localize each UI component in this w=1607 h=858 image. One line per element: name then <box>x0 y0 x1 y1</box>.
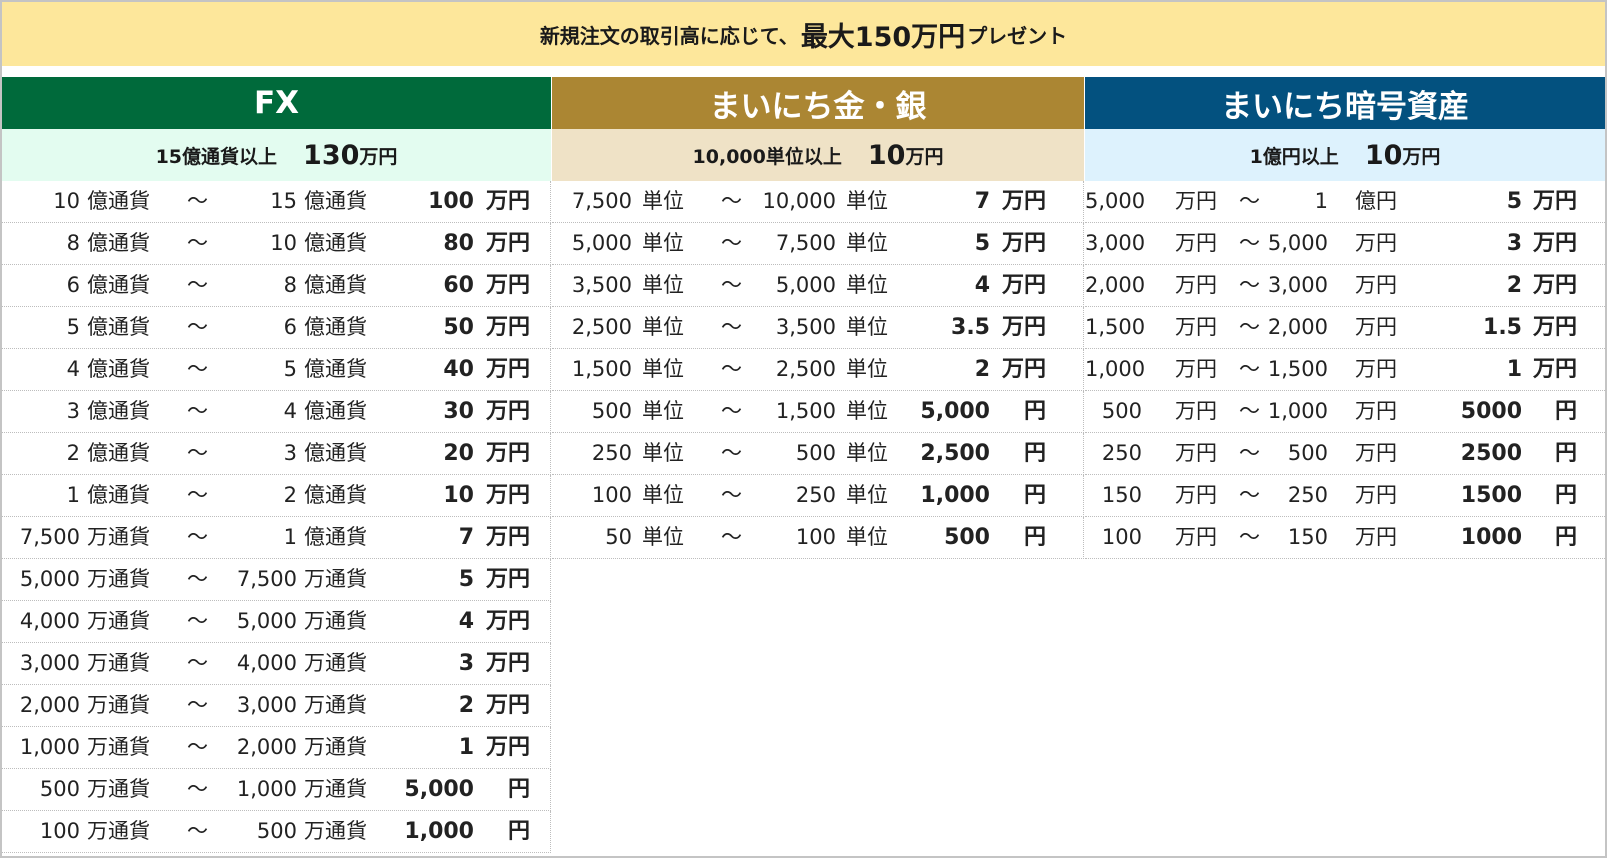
tier-reward-unit: 円 <box>1023 399 1046 424</box>
tier-row: 4 億通貨～ 5 億通貨 40 万円 <box>2 349 551 391</box>
tier-row: 5 億通貨～ 6 億通貨 50 万円 <box>2 307 551 349</box>
tier-reward-unit: 万円 <box>485 525 530 550</box>
campaign-banner: 新規注文の取引高に応じて、 最大150万円 プレゼント <box>2 2 1605 66</box>
fx-header: FX <box>2 77 551 129</box>
fx-column: FX 15億通貨以上 130 万円 10 億通貨～ 15 億通貨 100 万円 8 億通貨～ 1… <box>2 77 551 853</box>
crypto-top-tier-amount: 10 <box>1364 139 1403 171</box>
tier-reward-unit: 万円 <box>1532 273 1577 298</box>
crypto-top-tier-label: 1億円以上 <box>1249 145 1339 168</box>
tier-reward-unit: 円 <box>507 819 530 844</box>
tier-reward-unit: 万円 <box>1532 189 1577 214</box>
tier-row: 2 億通貨～ 3 億通貨 20 万円 <box>2 433 551 475</box>
tier-reward-unit: 万円 <box>1532 315 1577 340</box>
tier-row: 3,500 単位～ 5,000 単位 4 万円 <box>552 265 1084 307</box>
tier-row: 500 万円～ 1,000 万円 5000 円 <box>1085 391 1605 433</box>
crypto-top-tier: 1億円以上 10 万円 <box>1085 129 1605 181</box>
tier-row: 250 万円～ 500 万円 2500 円 <box>1085 433 1605 475</box>
crypto-column: まいにち暗号資産 1億円以上 10 万円 5,000 万円～ 1 億円 5 万円 3,000… <box>1085 77 1605 559</box>
tier-row: 100 単位～ 250 単位 1,000 円 <box>552 475 1084 517</box>
fx-tier-list: 10 億通貨～ 15 億通貨 100 万円 8 億通貨～ 10 億通貨 80 万円 6 億通貨～ 8 億通貨 6… <box>2 181 551 853</box>
metal-tier-list: 7,500 単位～ 10,000 単位 7 万円 5,000 単位～ 7,500 単位 5 万円 3,5… <box>552 181 1084 559</box>
tier-reward-unit: 万円 <box>485 483 530 508</box>
fx-top-tier-amount: 130 <box>303 139 360 171</box>
tier-row: 1,000 万通貨～ 2,000 万通貨 1 万円 <box>2 727 551 769</box>
tier-row: 1,500 万円～ 2,000 万円 1.5 万円 <box>1085 307 1605 349</box>
tier-row: 50 単位～ 100 単位 500 円 <box>552 517 1084 559</box>
tier-reward-unit: 万円 <box>1001 189 1046 214</box>
fx-top-tier: 15億通貨以上 130 万円 <box>2 129 551 181</box>
tier-row: 2,000 万通貨～ 3,000 万通貨 2 万円 <box>2 685 551 727</box>
tier-row: 2,500 単位～ 3,500 単位 3.5 万円 <box>552 307 1084 349</box>
tier-row: 2,000 万円～ 3,000 万円 2 万円 <box>1085 265 1605 307</box>
tier-reward-unit: 万円 <box>485 315 530 340</box>
tier-reward-unit: 万円 <box>485 651 530 676</box>
tier-reward-unit: 万円 <box>485 441 530 466</box>
tier-row: 1 億通貨～ 2 億通貨 10 万円 <box>2 475 551 517</box>
tier-reward-unit: 万円 <box>1532 231 1577 256</box>
tier-row: 250 単位～ 500 単位 2,500 円 <box>552 433 1084 475</box>
tier-reward-unit: 万円 <box>1001 273 1046 298</box>
fx-top-tier-label: 15億通貨以上 <box>155 145 278 168</box>
tier-row: 100 万円～ 150 万円 1000 円 <box>1085 517 1605 559</box>
tier-reward-unit: 円 <box>507 777 530 802</box>
crypto-top-tier-unit: 万円 <box>1402 145 1441 168</box>
tier-row: 3,000 万円～ 5,000 万円 3 万円 <box>1085 223 1605 265</box>
tier-reward-unit: 万円 <box>485 609 530 634</box>
tier-reward-unit: 万円 <box>485 231 530 256</box>
tier-row: 5,000 単位～ 7,500 単位 5 万円 <box>552 223 1084 265</box>
crypto-tier-list: 5,000 万円～ 1 億円 5 万円 3,000 万円～ 5,000 万円 3 万円 2,000 万円～… <box>1085 181 1605 559</box>
tier-reward-unit: 万円 <box>485 357 530 382</box>
tier-reward-unit: 万円 <box>485 273 530 298</box>
metal-column: まいにち金・銀 10,000単位以上 10 万円 7,500 単位～ 10,000 単… <box>552 77 1084 559</box>
tier-reward-unit: 円 <box>1554 525 1577 550</box>
tier-reward-unit: 円 <box>1023 441 1046 466</box>
metal-top-tier-label: 10,000単位以上 <box>692 145 842 168</box>
tier-row: 5,000 万通貨～ 7,500 万通貨 5 万円 <box>2 559 551 601</box>
tier-row: 3,000 万通貨～ 4,000 万通貨 3 万円 <box>2 643 551 685</box>
tier-row: 6 億通貨～ 8 億通貨 60 万円 <box>2 265 551 307</box>
tier-reward-unit: 万円 <box>485 189 530 214</box>
tier-row: 5,000 万円～ 1 億円 5 万円 <box>1085 181 1605 223</box>
tier-row: 100 万通貨～ 500 万通貨 1,000 円 <box>2 811 551 853</box>
tier-row: 8 億通貨～ 10 億通貨 80 万円 <box>2 223 551 265</box>
tier-reward-unit: 円 <box>1023 525 1046 550</box>
fx-top-tier-unit: 万円 <box>359 145 398 168</box>
tier-row: 7,500 万通貨～ 1 億通貨 7 万円 <box>2 517 551 559</box>
tier-reward-unit: 万円 <box>485 399 530 424</box>
crypto-header: まいにち暗号資産 <box>1085 77 1605 129</box>
tier-reward-unit: 万円 <box>1001 357 1046 382</box>
tier-reward-unit: 円 <box>1554 399 1577 424</box>
tier-row: 3 億通貨～ 4 億通貨 30 万円 <box>2 391 551 433</box>
tier-reward-unit: 万円 <box>1532 357 1577 382</box>
banner-text-after: プレゼント <box>967 23 1068 48</box>
banner-highlight: 最大150万円 <box>800 21 966 53</box>
tier-row: 4,000 万通貨～ 5,000 万通貨 4 万円 <box>2 601 551 643</box>
tier-reward-unit: 万円 <box>1001 315 1046 340</box>
tier-reward-unit: 円 <box>1554 483 1577 508</box>
tier-row: 150 万円～ 250 万円 1500 円 <box>1085 475 1605 517</box>
tier-row: 1,500 単位～ 2,500 単位 2 万円 <box>552 349 1084 391</box>
tier-reward-unit: 万円 <box>485 693 530 718</box>
tier-reward-unit: 万円 <box>485 567 530 592</box>
tier-row: 1,000 万円～ 1,500 万円 1 万円 <box>1085 349 1605 391</box>
tier-row: 500 単位～ 1,500 単位 5,000 円 <box>552 391 1084 433</box>
tier-reward-unit: 円 <box>1554 441 1577 466</box>
metal-header: まいにち金・銀 <box>552 77 1084 129</box>
metal-top-tier: 10,000単位以上 10 万円 <box>552 129 1084 181</box>
tier-reward-unit: 万円 <box>1001 231 1046 256</box>
metal-top-tier-amount: 10 <box>867 139 906 171</box>
tier-row: 10 億通貨～ 15 億通貨 100 万円 <box>2 181 551 223</box>
metal-top-tier-unit: 万円 <box>905 145 944 168</box>
tier-row: 500 万通貨～ 1,000 万通貨 5,000 円 <box>2 769 551 811</box>
tier-reward-unit: 円 <box>1023 483 1046 508</box>
tier-row: 7,500 単位～ 10,000 単位 7 万円 <box>552 181 1084 223</box>
banner-text-before: 新規注文の取引高に応じて、 <box>539 23 799 48</box>
tier-reward-unit: 万円 <box>485 735 530 760</box>
